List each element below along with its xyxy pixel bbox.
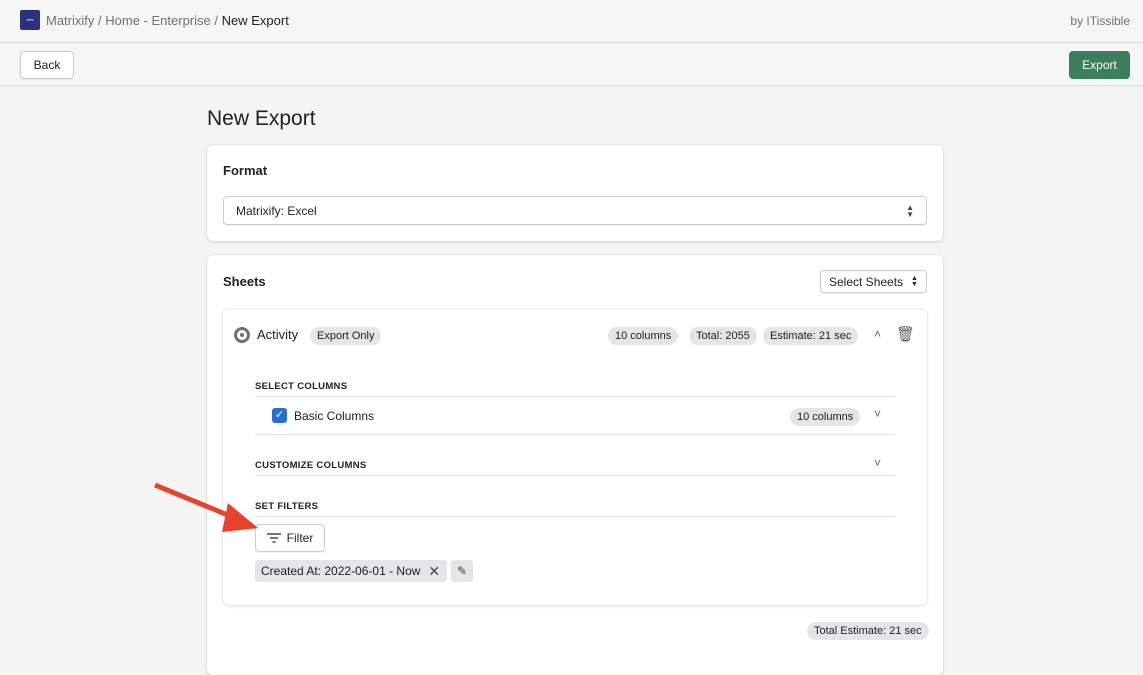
sheets-label: Sheets — [223, 274, 266, 289]
select-columns-heading: SELECT COLUMNS — [255, 381, 347, 392]
vendor-label: by ITissible — [1070, 14, 1130, 28]
divider — [255, 475, 895, 476]
chevron-down-icon[interactable]: ˅ — [874, 407, 881, 421]
annotation-arrow-icon — [150, 478, 265, 538]
columns-badge: 10 columns — [608, 327, 678, 345]
basic-columns-checkbox[interactable]: ✓ — [272, 408, 287, 423]
chevron-up-icon[interactable]: ˄ — [874, 327, 881, 341]
breadcrumb-home[interactable]: Home - Enterprise — [105, 13, 210, 28]
total-badge: Total: 2055 — [689, 327, 757, 345]
back-button[interactable]: Back — [20, 51, 74, 79]
breadcrumb-matrixify[interactable]: Matrixify — [46, 13, 94, 28]
divider — [255, 516, 895, 517]
sheet-name: Activity — [257, 327, 298, 342]
breadcrumb-separator: / — [98, 13, 102, 28]
select-sheets-button[interactable]: Select Sheets ▲▼ — [820, 270, 927, 293]
format-label: Format — [223, 163, 267, 178]
export-button[interactable]: Export — [1069, 51, 1130, 79]
basic-columns-label: Basic Columns — [294, 409, 374, 423]
chevron-down-icon[interactable]: ˅ — [874, 456, 881, 470]
close-icon[interactable]: ✕ — [428, 563, 440, 580]
select-sheets-label: Select Sheets — [829, 275, 903, 289]
eye-icon[interactable] — [234, 327, 250, 343]
breadcrumb-separator: / — [214, 13, 218, 28]
divider — [255, 396, 895, 397]
edit-pencil-icon[interactable]: ✎ — [451, 560, 473, 582]
customize-columns-heading[interactable]: CUSTOMIZE COLUMNS — [255, 460, 367, 471]
filter-label: Filter — [287, 531, 314, 545]
filter-chip-label: Created At: 2022-06-01 - Now — [261, 564, 420, 578]
basic-columns-badge: 10 columns — [790, 408, 860, 426]
divider — [255, 434, 895, 435]
filter-button[interactable]: Filter — [255, 524, 325, 552]
select-arrows-icon: ▲▼ — [906, 204, 914, 218]
format-select[interactable]: Matrixify: Excel ▲▼ — [223, 196, 927, 225]
export-only-badge: Export Only — [310, 327, 381, 345]
estimate-badge: Estimate: 21 sec — [763, 327, 858, 345]
matrixify-logo-icon: ⎓ — [20, 10, 40, 30]
filter-icon — [267, 533, 281, 543]
total-estimate-badge: Total Estimate: 21 sec — [807, 622, 929, 640]
breadcrumb-current: New Export — [222, 13, 289, 28]
select-arrows-icon: ▲▼ — [911, 276, 918, 288]
toolbar — [0, 44, 1143, 86]
trash-icon[interactable]: 🗑︎ — [896, 325, 915, 343]
page-title: New Export — [207, 107, 316, 131]
format-card — [207, 145, 943, 241]
breadcrumb: Matrixify / Home - Enterprise / New Expo… — [46, 13, 289, 28]
format-selected-value: Matrixify: Excel — [236, 204, 317, 218]
filter-chip: Created At: 2022-06-01 - Now ✕ — [255, 560, 447, 582]
